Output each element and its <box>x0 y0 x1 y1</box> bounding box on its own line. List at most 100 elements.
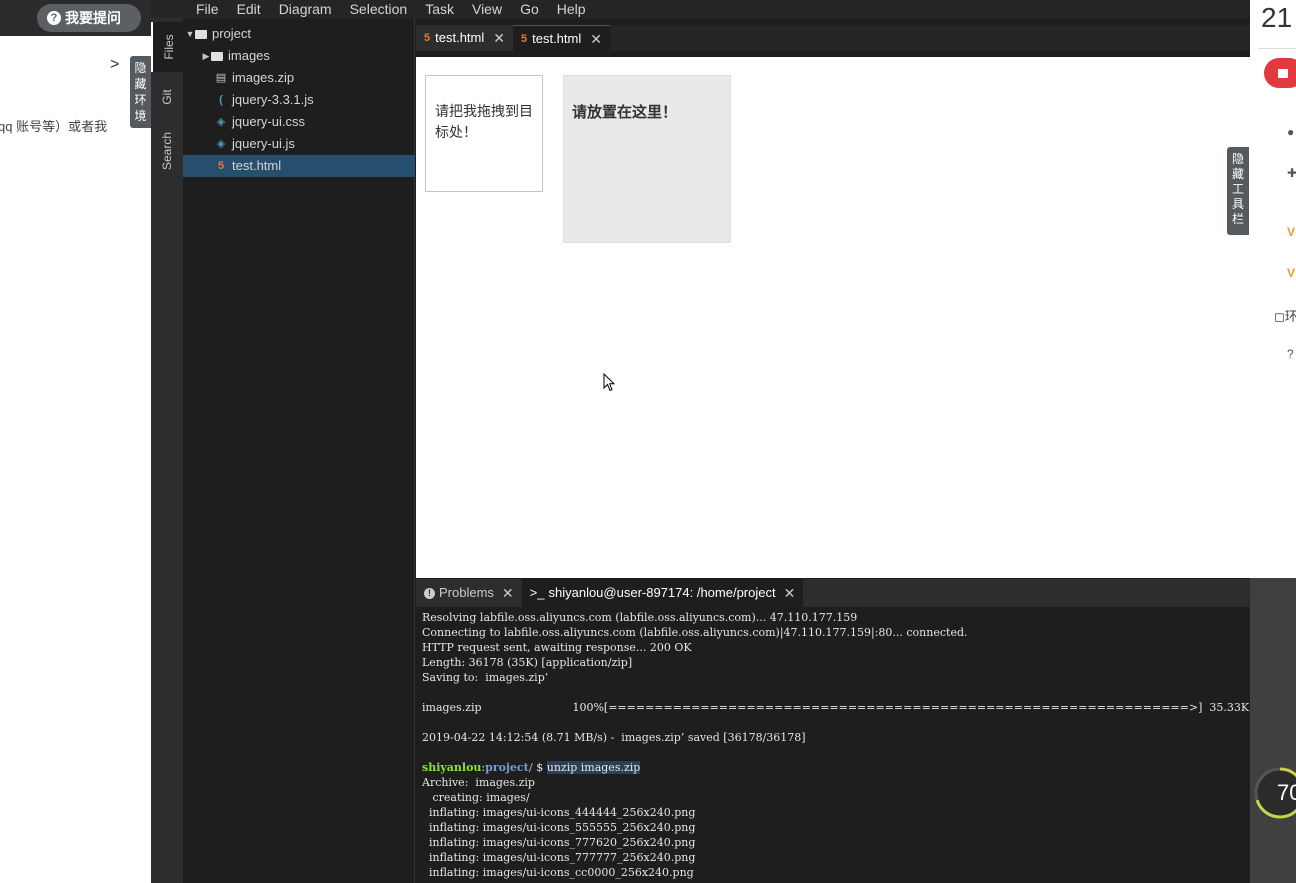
tab-search-label: Search <box>160 131 174 171</box>
html-file-icon: 5 <box>217 160 225 172</box>
menu-go[interactable]: Go <box>511 0 548 18</box>
menu-edit[interactable]: Edit <box>228 0 270 18</box>
mouse-cursor-icon <box>603 373 615 392</box>
tab-files[interactable]: Files <box>151 22 183 72</box>
terminal-line: images.zip 100%[========================… <box>422 701 1250 714</box>
tab-problems[interactable]: ! Problems ✕ <box>416 579 522 607</box>
activity-bar: Files Git Search <box>151 18 183 883</box>
tab-git[interactable]: Git <box>151 76 183 116</box>
terminal[interactable]: Resolving labfile.oss.aliyuncs.com (labf… <box>416 610 1250 883</box>
close-icon[interactable]: ✕ <box>493 25 505 51</box>
course-panel: ? 我要提问 > qq 账号等）或者我 <box>0 0 151 883</box>
bookmark-icon: ◻ <box>1274 309 1285 324</box>
chevron-right-icon[interactable]: > <box>110 56 119 74</box>
tree-item-jquery-js[interactable]: ( jquery-3.3.1.js <box>183 89 415 111</box>
close-icon[interactable]: ✕ <box>590 26 602 52</box>
js-file-icon: ◈ <box>216 138 226 150</box>
tree-item-label: test.html <box>232 158 282 173</box>
tree-item-test-html[interactable]: 5 test.html <box>183 155 415 177</box>
terminal-prompt-line: shiyanlou:project/ $ unzip images.zip <box>422 761 641 774</box>
css-file-icon: ◈ <box>216 116 226 128</box>
terminal-line: inflating: images/ui-icons_777777_256x24… <box>422 851 696 864</box>
editor-tab-label: test.html <box>532 30 582 46</box>
tab-files-label: Files <box>162 34 176 60</box>
help-icon[interactable]: ? <box>1287 348 1296 360</box>
ask-question-label: 我要提问 <box>65 10 121 26</box>
close-icon[interactable]: ✕ <box>502 579 514 607</box>
tab-terminal-label: shiyanlou@user-897174: /home/project <box>548 585 776 600</box>
ask-question-button[interactable]: ? 我要提问 <box>37 4 141 32</box>
progress-percent: 70% <box>1277 780 1296 806</box>
terminal-line: inflating: images/ui-icons_777620_256x24… <box>422 836 696 849</box>
terminal-line: Resolving labfile.oss.aliyuncs.com (labf… <box>422 611 858 624</box>
bookmark-env-item[interactable]: ◻环 <box>1274 306 1296 325</box>
menu-help[interactable]: Help <box>548 0 595 18</box>
menu-task[interactable]: Task <box>416 0 463 18</box>
right-toolbar-dark-area <box>1250 578 1296 883</box>
divider <box>1258 48 1296 49</box>
terminal-line: creating: images/ <box>422 791 530 804</box>
js-file-icon: ( <box>219 94 223 106</box>
terminal-line: Saving to: images.zip’ <box>422 671 549 684</box>
prompt-symbol: $ <box>532 761 547 774</box>
html-preview: 请把我拖拽到目标处！ 请放置在这里！ <box>416 57 1250 578</box>
editor-tab-test-html-2[interactable]: 5 test.html ✕ <box>512 25 610 52</box>
bookmark-env-label: 环 <box>1284 309 1296 324</box>
file-explorer: ▼ project ▶ images ▤ images.zip ( jquery… <box>183 18 415 883</box>
zip-file-icon: ▤ <box>215 72 227 84</box>
right-toolbar: 21 ● ✚ V V ◻环 ? 70% <box>1250 0 1296 883</box>
question-icon: ? <box>47 11 61 25</box>
close-icon[interactable]: ✕ <box>784 579 796 607</box>
stop-icon <box>1278 69 1288 78</box>
hide-environment-tab[interactable]: 隐藏环境 <box>130 56 151 128</box>
terminal-line: 2019-04-22 14:12:54 (8.71 MB/s) - images… <box>422 731 806 744</box>
terminal-line: Connecting to labfile.oss.aliyuncs.com (… <box>422 626 968 639</box>
folder-icon <box>211 51 223 61</box>
terminal-line: inflating: images/ui-icons_cc0000_256x24… <box>422 866 694 879</box>
tree-item-images-zip[interactable]: ▤ images.zip <box>183 67 415 89</box>
terminal-line: inflating: images/ui-icons_444444_256x24… <box>422 806 696 819</box>
tree-item-jquery-ui-js[interactable]: ◈ jquery-ui.js <box>183 133 415 155</box>
tab-git-label: Git <box>160 89 174 105</box>
fullscreen-icon[interactable]: ✚ <box>1287 167 1296 179</box>
tree-item-label: jquery-ui.css <box>232 114 305 129</box>
tab-problems-label: Problems <box>439 585 494 600</box>
web-ide: File Edit Diagram Selection Task View Go… <box>151 0 1250 883</box>
terminal-line: HTTP request sent, awaiting response... … <box>422 641 692 654</box>
bottom-panel-tabs: ! Problems ✕ >_ shiyanlou@user-897174: /… <box>416 579 1250 607</box>
info-icon: ! <box>424 587 435 599</box>
html-file-icon: 5 <box>520 32 528 45</box>
tab-search[interactable]: Search <box>151 122 183 182</box>
editor-tab-test-html-1[interactable]: 5 test.html ✕ <box>416 25 513 51</box>
badge-icon[interactable]: V <box>1287 226 1296 238</box>
menu-file[interactable]: File <box>187 0 228 18</box>
menu-diagram[interactable]: Diagram <box>270 0 341 18</box>
record-button[interactable] <box>1264 58 1296 88</box>
terminal-icon: >_ <box>529 585 545 600</box>
tree-root-project[interactable]: ▼ project <box>183 23 415 45</box>
hide-toolbar-tab[interactable]: 隐藏工具栏 <box>1227 147 1249 235</box>
chevron-right-icon[interactable]: ▶ <box>201 45 211 67</box>
chevron-down-icon[interactable]: ▼ <box>185 23 195 45</box>
tree-item-label: jquery-ui.js <box>232 136 295 151</box>
palette-icon[interactable]: ● <box>1287 126 1296 138</box>
editor-tab-bar: 5 test.html ✕ 5 test.html ✕ <box>416 25 1250 51</box>
tree-item-images[interactable]: ▶ images <box>183 45 415 67</box>
tab-terminal[interactable]: >_ shiyanlou@user-897174: /home/project … <box>521 579 804 607</box>
tree-item-label: images.zip <box>232 70 295 85</box>
menu-selection[interactable]: Selection <box>341 0 417 18</box>
tree-item-label: jquery-3.3.1.js <box>232 92 314 107</box>
prompt-path: project/ <box>485 761 533 774</box>
progress-value: 70 <box>1277 780 1296 805</box>
terminal-line: inflating: images/ui-icons_555555_256x24… <box>422 821 696 834</box>
course-text-snippet: qq 账号等）或者我 <box>0 119 108 134</box>
drop-target-box[interactable]: 请放置在这里！ <box>563 75 731 243</box>
badge-icon[interactable]: V <box>1287 267 1296 279</box>
draggable-box[interactable]: 请把我拖拽到目标处！ <box>425 75 543 192</box>
tree-item-jquery-ui-css[interactable]: ◈ jquery-ui.css <box>183 111 415 133</box>
editor-tab-label: test.html <box>435 30 485 45</box>
menu-view[interactable]: View <box>463 0 511 18</box>
